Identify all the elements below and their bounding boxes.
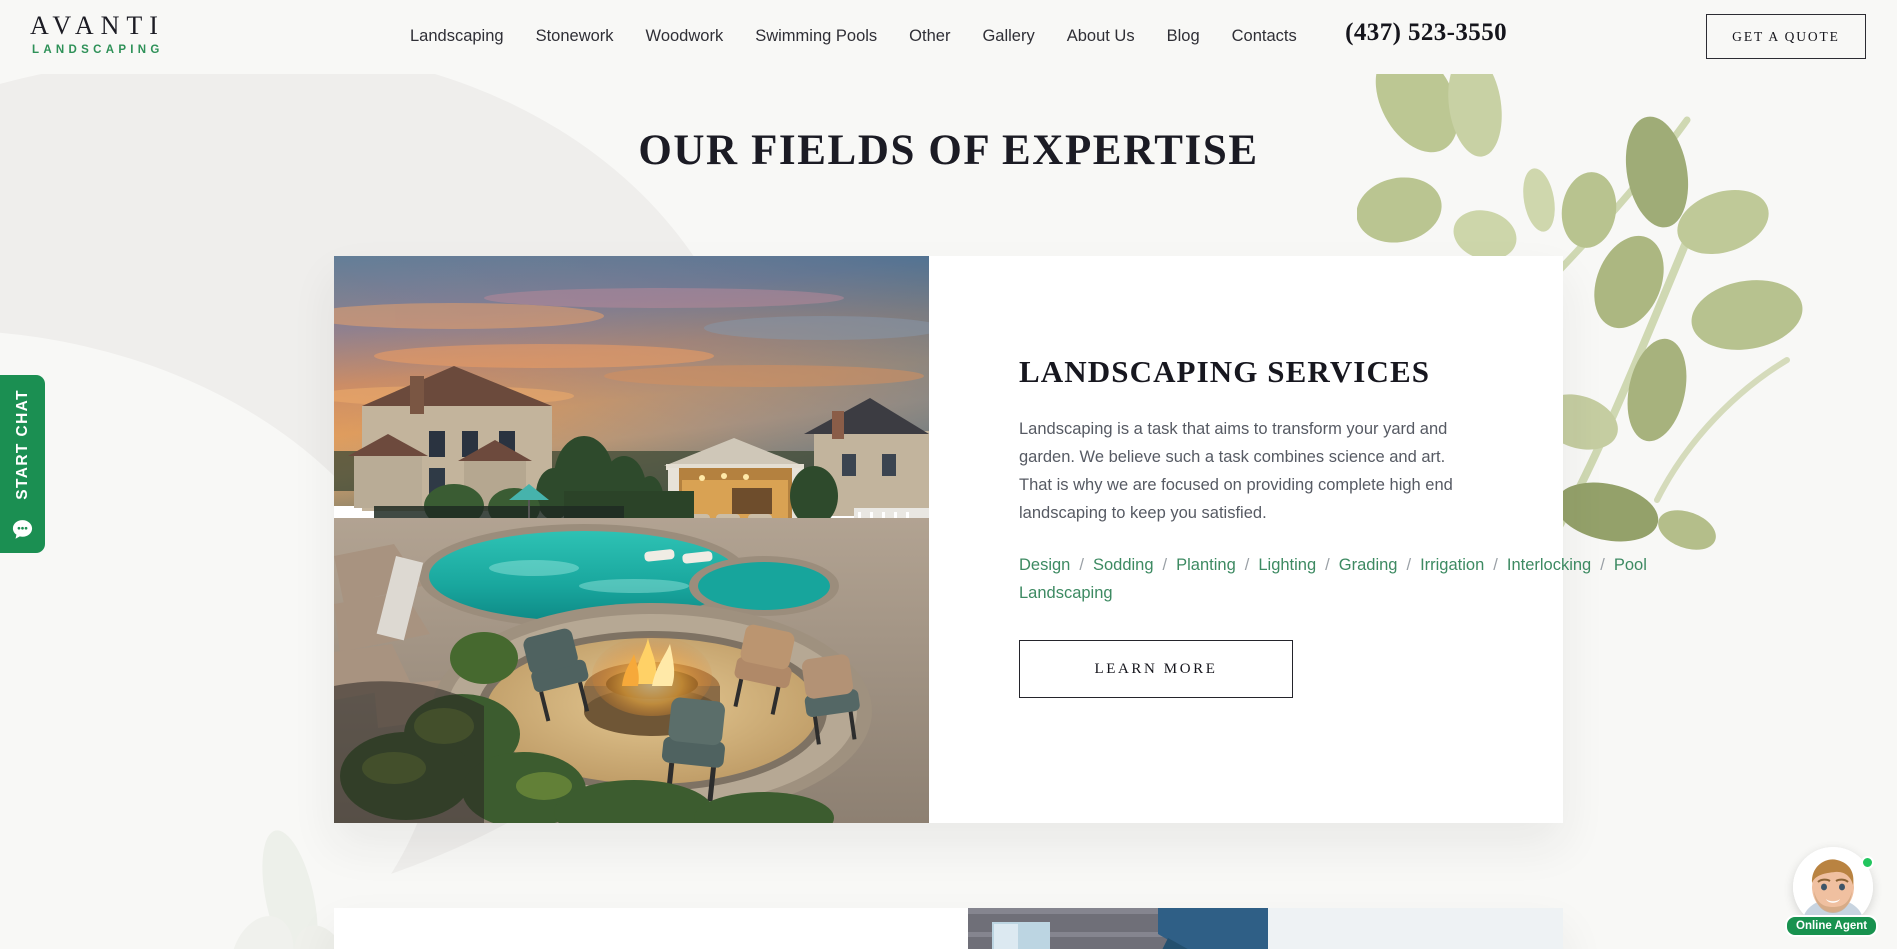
service-tag-lighting[interactable]: Lighting — [1258, 556, 1316, 574]
nav-item-about-us[interactable]: About Us — [1051, 26, 1151, 46]
tag-separator: / — [1162, 556, 1168, 574]
learn-more-button[interactable]: LEARN MORE — [1019, 640, 1293, 698]
service-tag-irrigation[interactable]: Irrigation — [1420, 556, 1484, 574]
tag-separator: / — [1406, 556, 1412, 574]
nav-item-woodwork[interactable]: Woodwork — [630, 26, 740, 46]
service-photo — [334, 256, 929, 823]
site-header: AVANTI LANDSCAPING Landscaping Stonework… — [0, 0, 1897, 74]
nav-item-landscaping[interactable]: Landscaping — [394, 26, 520, 46]
service-title: LANDSCAPING SERVICES — [1019, 354, 1431, 389]
nav-item-other[interactable]: Other — [893, 26, 966, 46]
service-card-content: LANDSCAPING SERVICES Landscaping is a ta… — [929, 256, 1647, 823]
logo-subtitle: LANDSCAPING — [32, 43, 164, 56]
tag-separator: / — [1600, 556, 1605, 574]
service-tags: Design / Sodding / Planting / Lighting / Grading… — [1019, 551, 1647, 607]
nav-item-stonework[interactable]: Stonework — [520, 26, 630, 46]
phone-number[interactable]: (437) 523-3550 — [1345, 19, 1507, 47]
nav-item-gallery[interactable]: Gallery — [966, 26, 1050, 46]
status-badge: Online Agent — [1785, 915, 1879, 937]
tag-separator: / — [1325, 556, 1330, 574]
service-tag-planting[interactable]: Planting — [1176, 556, 1236, 574]
page-title: OUR FIELDS OF EXPERTISE — [638, 127, 1259, 174]
service-tag-sodding[interactable]: Sodding — [1093, 556, 1154, 574]
nav-item-blog[interactable]: Blog — [1151, 26, 1216, 46]
service-card-next-content — [334, 908, 968, 949]
site-logo[interactable]: AVANTI LANDSCAPING — [30, 11, 210, 56]
service-tag-interlocking[interactable]: Interlocking — [1507, 556, 1591, 574]
nav-item-swimming-pools[interactable]: Swimming Pools — [739, 26, 893, 46]
tag-separator: / — [1244, 556, 1250, 574]
chat-bubble-icon — [12, 520, 33, 539]
page-root: AVANTI LANDSCAPING Landscaping Stonework… — [0, 0, 1897, 949]
start-chat-label: START CHAT — [13, 389, 31, 500]
service-card-next — [334, 908, 1563, 949]
fence-house-image — [968, 908, 1563, 949]
online-agent-widget[interactable]: Online Agent — [1785, 847, 1881, 943]
service-card-landscaping: LANDSCAPING SERVICES Landscaping is a ta… — [334, 256, 1647, 823]
service-tag-grading[interactable]: Grading — [1339, 556, 1398, 574]
tag-separator: / — [1079, 556, 1084, 574]
get-a-quote-button[interactable]: GET A QUOTE — [1706, 14, 1866, 59]
main-navigation: Landscaping Stonework Woodwork Swimming … — [394, 26, 1313, 46]
service-tag-design[interactable]: Design — [1019, 556, 1070, 574]
online-status-dot — [1861, 856, 1874, 869]
pool-sunset-image — [334, 256, 929, 823]
start-chat-tab[interactable]: START CHAT — [0, 375, 45, 553]
service-card-next-photo — [968, 908, 1563, 949]
nav-item-contacts[interactable]: Contacts — [1216, 26, 1313, 46]
logo-title: AVANTI — [30, 11, 165, 40]
service-description: Landscaping is a task that aims to trans… — [1019, 420, 1453, 522]
tag-separator: / — [1493, 556, 1498, 574]
